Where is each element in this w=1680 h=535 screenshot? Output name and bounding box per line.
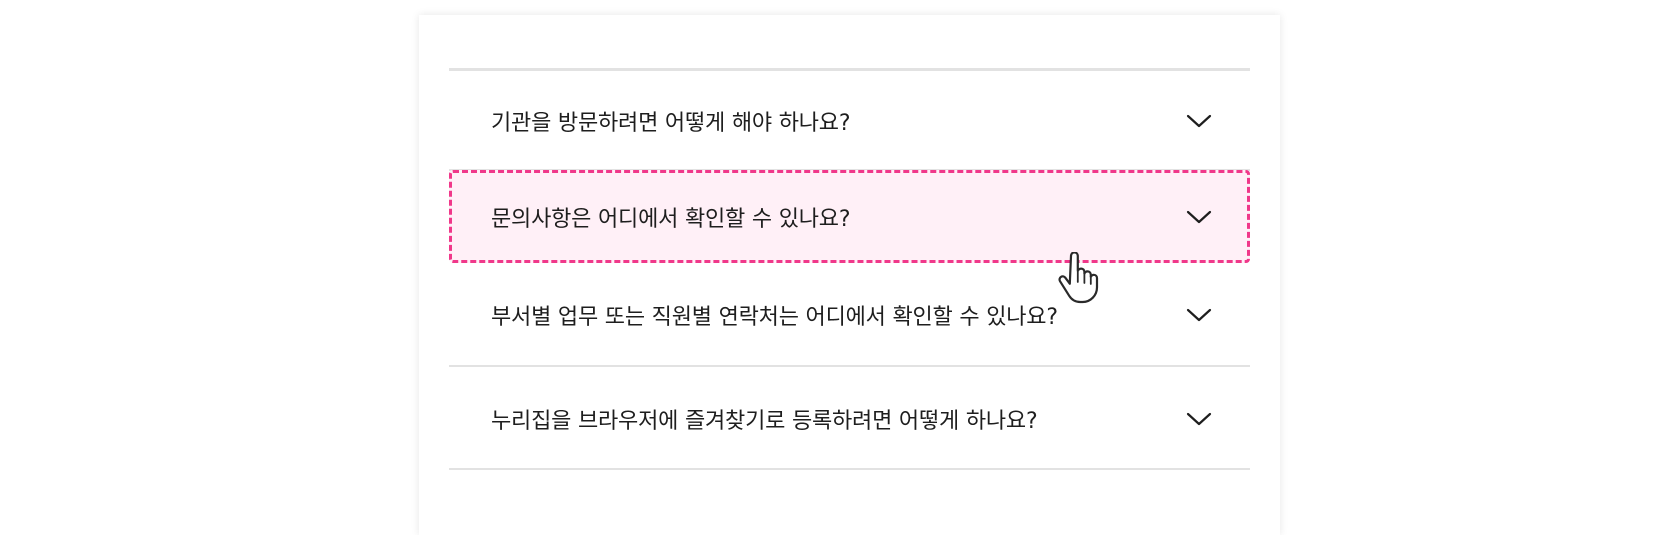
faq-question: 부서별 업무 또는 직원별 연락처는 어디에서 확인할 수 있나요? — [491, 305, 1058, 330]
faq-item-contacts[interactable]: 부서별 업무 또는 직원별 연락처는 어디에서 확인할 수 있나요? — [449, 263, 1250, 367]
faq-item-visit[interactable]: 기관을 방문하려면 어떻게 해야 하나요? — [449, 71, 1250, 171]
chevron-down-icon — [1186, 210, 1212, 223]
faq-question: 문의사항은 어디에서 확인할 수 있나요? — [491, 206, 851, 232]
faq-item-bookmark[interactable]: 누리집을 브라우저에 즐겨찾기로 등록하려면 어떻게 하나요? — [449, 367, 1250, 470]
chevron-down-icon — [1186, 114, 1212, 128]
faq-item-inquiry[interactable]: 문의사항은 어디에서 확인할 수 있나요? — [449, 170, 1250, 263]
chevron-down-icon — [1186, 308, 1212, 322]
faq-accordion: 기관을 방문하려면 어떻게 해야 하나요? 문의사항은 어디에서 확인할 수 있… — [419, 15, 1280, 535]
faq-question: 누리집을 브라우저에 즐겨찾기로 등록하려면 어떻게 하나요? — [491, 408, 1038, 434]
faq-question: 기관을 방문하려면 어떻게 해야 하나요? — [491, 111, 851, 136]
chevron-down-icon — [1186, 412, 1212, 425]
